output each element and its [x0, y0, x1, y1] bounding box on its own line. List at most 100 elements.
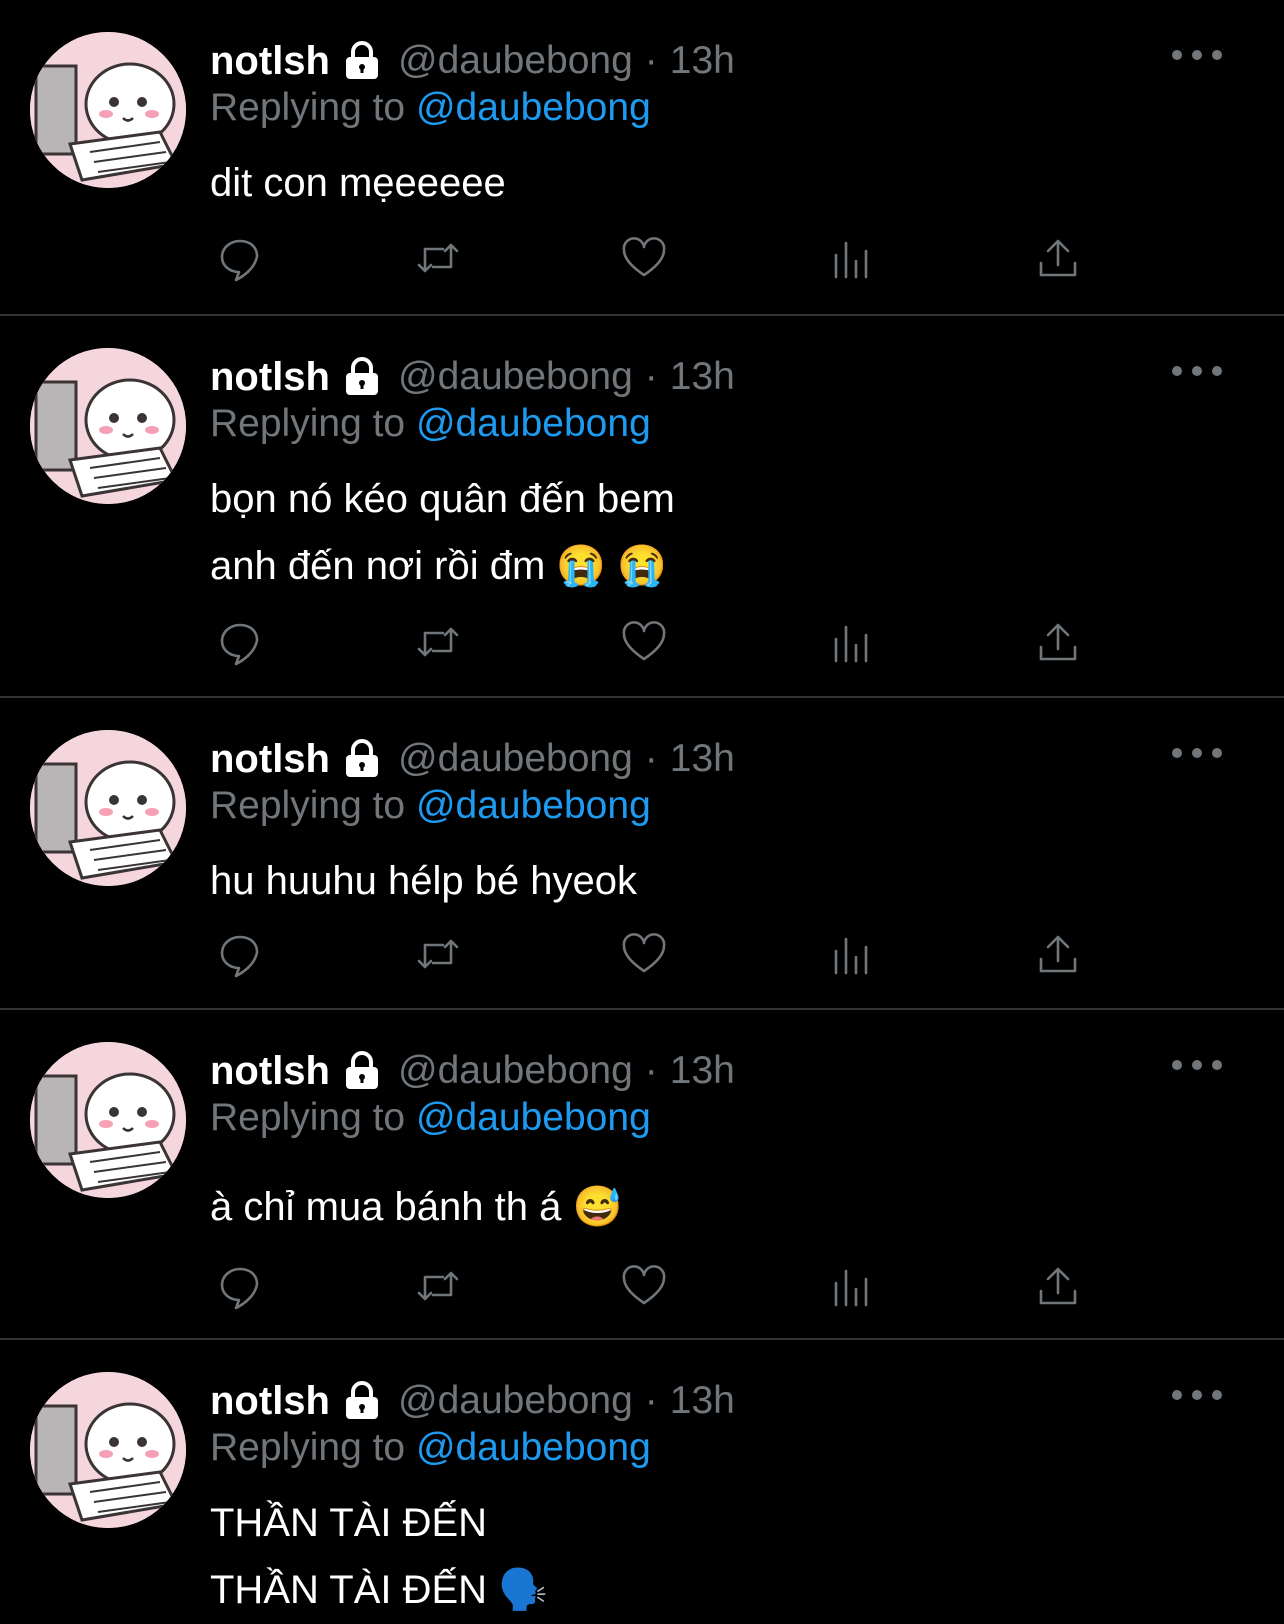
views-bar-chart-icon — [834, 241, 868, 279]
reply-button[interactable] — [210, 1256, 270, 1316]
tweet-header: notlsh @daubebong · 13h — [210, 1374, 735, 1428]
retweet-button[interactable] — [408, 612, 468, 672]
views-bar-chart-icon — [834, 625, 868, 663]
share-icon — [1039, 623, 1077, 661]
like-button[interactable] — [614, 228, 674, 288]
handle[interactable]: @daubebong — [398, 1049, 633, 1093]
tweet-text: hu huuhu hélp bé hyeok — [210, 848, 637, 915]
tweet[interactable]: notlsh @daubebong · 13h Replying to @dau… — [0, 1010, 1284, 1340]
more-options-button[interactable] — [1172, 1380, 1222, 1410]
more-options-button[interactable] — [1172, 40, 1222, 70]
tweet-text: dit con mẹeeeee — [210, 150, 506, 217]
share-button[interactable] — [1028, 612, 1088, 672]
share-button[interactable] — [1028, 924, 1088, 984]
share-icon — [1039, 935, 1077, 973]
retweet-button[interactable] — [408, 228, 468, 288]
views-bar-chart-icon — [834, 1269, 868, 1307]
avatar[interactable] — [30, 32, 186, 188]
tweet-text-line: anh đến nơi rồi đm 😭 😭 — [210, 544, 668, 588]
lock-icon — [345, 357, 378, 395]
lock-icon — [345, 739, 378, 777]
timestamp[interactable]: 13h — [670, 737, 735, 781]
reply-button[interactable] — [210, 924, 270, 984]
more-horizontal-icon — [1172, 366, 1182, 376]
views-button[interactable] — [822, 1256, 882, 1316]
handle[interactable]: @daubebong — [398, 1379, 633, 1423]
display-name[interactable]: notlsh — [210, 1379, 330, 1424]
replying-to: Replying to @daubebong — [210, 1426, 651, 1470]
tweet-header: notlsh @daubebong · 13h — [210, 1044, 735, 1098]
timestamp[interactable]: 13h — [670, 39, 735, 83]
tweet-text: THẦN TÀI ĐẾN THẦN TÀI ĐẾN 🗣️ — [210, 1490, 548, 1624]
mention-link[interactable]: @daubebong — [416, 86, 651, 129]
avatar[interactable] — [30, 348, 186, 504]
retweet-button[interactable] — [408, 1256, 468, 1316]
mention-link[interactable]: @daubebong — [416, 1426, 651, 1469]
display-name[interactable]: notlsh — [210, 737, 330, 782]
tweet[interactable]: notlsh @daubebong · 13h Replying to @dau… — [0, 1340, 1284, 1624]
separator-dot: · — [644, 39, 658, 82]
tweet[interactable]: notlsh @daubebong · 13h Replying to @dau… — [0, 698, 1284, 1010]
views-bar-chart-icon — [834, 937, 868, 975]
more-options-button[interactable] — [1172, 1050, 1222, 1080]
display-name[interactable]: notlsh — [210, 1049, 330, 1094]
display-name[interactable]: notlsh — [210, 355, 330, 400]
replying-label: Replying to — [210, 1096, 416, 1139]
lock-icon — [345, 1381, 378, 1419]
display-name[interactable]: notlsh — [210, 39, 330, 84]
timestamp[interactable]: 13h — [670, 355, 735, 399]
timestamp[interactable]: 13h — [670, 1379, 735, 1423]
handle[interactable]: @daubebong — [398, 355, 633, 399]
tweet-text: à chỉ mua bánh th á 😅 — [210, 1174, 622, 1241]
separator-dot: · — [644, 1049, 658, 1092]
replying-label: Replying to — [210, 1426, 416, 1469]
separator-dot: · — [644, 355, 658, 398]
replying-label: Replying to — [210, 402, 416, 445]
tweet-text-line: hu huuhu hélp bé hyeok — [210, 859, 638, 903]
reply-icon — [220, 935, 259, 978]
share-button[interactable] — [1028, 228, 1088, 288]
more-horizontal-icon — [1172, 50, 1182, 60]
replying-label: Replying to — [210, 784, 416, 827]
like-button[interactable] — [614, 612, 674, 672]
tweet-header: notlsh @daubebong · 13h — [210, 350, 735, 404]
views-button[interactable] — [822, 924, 882, 984]
retweet-icon — [417, 627, 459, 657]
mention-link[interactable]: @daubebong — [416, 402, 651, 445]
reply-button[interactable] — [210, 612, 270, 672]
like-button[interactable] — [614, 924, 674, 984]
mention-link[interactable]: @daubebong — [416, 784, 651, 827]
tweet[interactable]: notlsh @daubebong · 13h Replying to @dau… — [0, 0, 1284, 316]
avatar[interactable] — [30, 730, 186, 886]
reply-button[interactable] — [210, 228, 270, 288]
timestamp[interactable]: 13h — [670, 1049, 735, 1093]
views-button[interactable] — [822, 228, 882, 288]
like-button[interactable] — [614, 1256, 674, 1316]
replying-to: Replying to @daubebong — [210, 86, 651, 130]
avatar[interactable] — [30, 1042, 186, 1198]
retweet-icon — [417, 939, 459, 969]
tweet[interactable]: notlsh @daubebong · 13h Replying to @dau… — [0, 316, 1284, 698]
share-button[interactable] — [1028, 1256, 1088, 1316]
heart-icon — [622, 237, 666, 277]
more-options-button[interactable] — [1172, 356, 1222, 386]
handle[interactable]: @daubebong — [398, 39, 633, 83]
tweet-text-line: THẦN TÀI ĐẾN 🗣️ — [210, 1568, 548, 1612]
retweet-icon — [417, 243, 459, 273]
lock-icon — [345, 1051, 378, 1089]
tweet-header: notlsh @daubebong · 13h — [210, 732, 735, 786]
mention-link[interactable]: @daubebong — [416, 1096, 651, 1139]
tweet-text-line: dit con mẹeeeee — [210, 161, 506, 205]
share-icon — [1039, 239, 1077, 277]
avatar[interactable] — [30, 1372, 186, 1528]
action-bar — [210, 228, 1110, 288]
separator-dot: · — [644, 1379, 658, 1422]
more-options-button[interactable] — [1172, 738, 1222, 768]
tweet-text-line: à chỉ mua bánh th á 😅 — [210, 1185, 623, 1229]
views-button[interactable] — [822, 612, 882, 672]
heart-icon — [622, 621, 666, 661]
handle[interactable]: @daubebong — [398, 737, 633, 781]
retweet-button[interactable] — [408, 924, 468, 984]
tweet-header: notlsh @daubebong · 13h — [210, 34, 735, 88]
action-bar — [210, 924, 1110, 984]
